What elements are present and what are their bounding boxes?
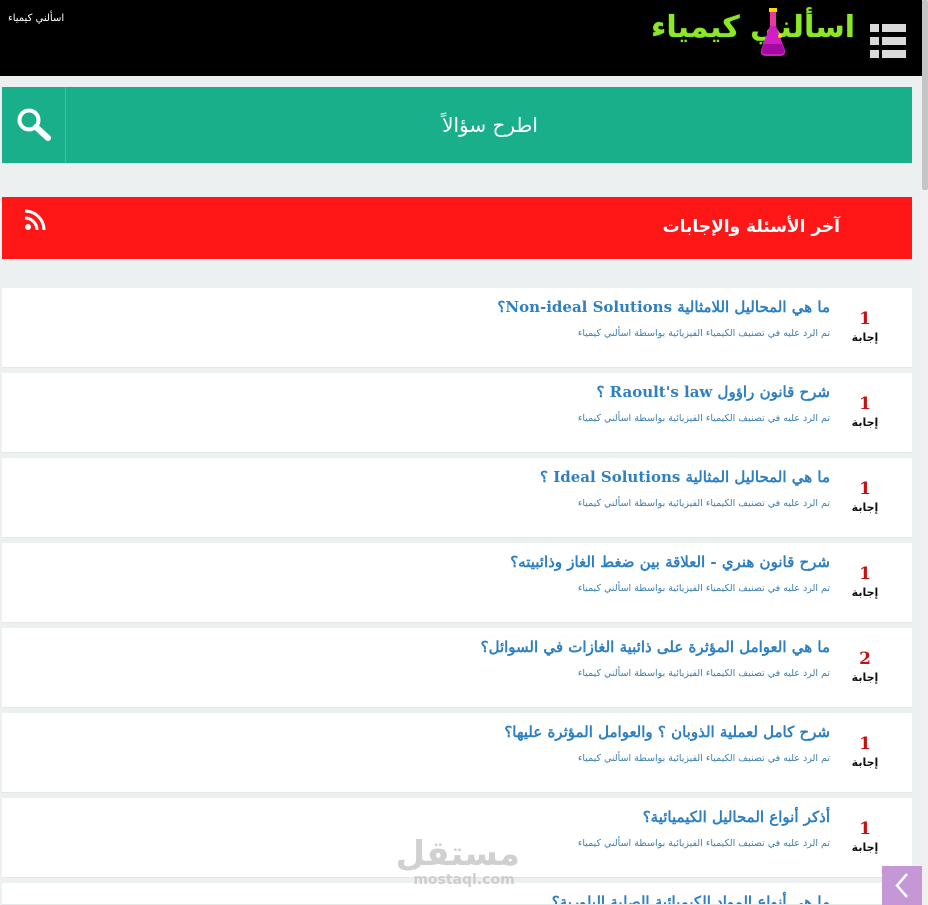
question-meta: تم الرد عليه في تصنيف الكيمياء الفيزيائي… — [577, 838, 830, 849]
answer-count: 1 إجابة — [840, 393, 890, 431]
question-meta: تم الرد عليه في تصنيف الكيمياء الفيزيائي… — [577, 583, 830, 594]
question-meta: تم الرد عليه في تصنيف الكيمياء الفيزيائي… — [577, 413, 830, 424]
question-title-link[interactable]: ما هي المحاليل اللامثالية Non-ideal Solu… — [497, 298, 830, 316]
question-item[interactable]: 1 إجابة ما هي المحاليل اللامثالية Non-id… — [2, 288, 912, 368]
question-title-link[interactable]: ما هي العوامل المؤثرة على ذائبية الغازات… — [481, 638, 830, 656]
hamburger-icon[interactable] — [870, 24, 906, 58]
answer-count: 1 إجابة — [840, 563, 890, 601]
question-item[interactable]: 1 إجابة شرح كامل لعملية الذوبان ؟ والعوا… — [2, 713, 912, 793]
answer-count-number: 1 — [859, 394, 871, 414]
answer-count: 1 إجابة — [840, 308, 890, 346]
search-button[interactable] — [2, 87, 66, 163]
answer-count: 1 إجابة — [840, 478, 890, 516]
answer-count-number: 2 — [859, 649, 871, 669]
answer-count-label: إجابة — [851, 331, 879, 344]
question-title-link[interactable]: ما هي المحاليل المثالية Ideal Solutions … — [540, 468, 830, 486]
ask-question-bar[interactable]: اطرح سؤالاً — [2, 87, 912, 163]
answer-count-label: إجابة — [851, 586, 879, 599]
mostaql-watermark: مستقل mostaql.com — [395, 834, 520, 888]
site-name-small: اسألني كيمياء — [8, 13, 65, 24]
search-icon — [17, 108, 51, 141]
question-item[interactable]: 1 إجابة شرح قانون هنري - العلاقة بين ضغط… — [2, 543, 912, 623]
latest-questions-header: آخر الأسئلة والإجابات — [2, 197, 912, 259]
answer-count-label: إجابة — [851, 501, 879, 514]
question-meta: تم الرد عليه في تصنيف الكيمياء الفيزيائي… — [577, 498, 830, 509]
question-item[interactable]: 2 إجابة ما هي العوامل المؤثرة على ذائبية… — [2, 628, 912, 708]
question-title-link[interactable]: شرح قانون هنري - العلاقة بين ضغط الغاز و… — [510, 553, 830, 571]
answer-count-number: 1 — [859, 479, 871, 499]
logo-text: اسألني كيمياء — [650, 10, 855, 45]
rss-icon[interactable] — [24, 209, 46, 231]
watermark-arabic: مستقل — [395, 834, 520, 874]
question-title-link[interactable]: شرح قانون راؤول Raoult's law ؟ — [596, 383, 830, 401]
answer-count-label: إجابة — [851, 841, 879, 854]
site-header: اسألني كيمياء اسألني كيمياء — [0, 0, 922, 76]
question-title-link[interactable]: شرح كامل لعملية الذوبان ؟ والعوامل المؤث… — [504, 723, 830, 741]
answer-count-label: إجابة — [851, 416, 879, 429]
scrollbar-thumb[interactable] — [922, 0, 928, 190]
answer-count-number: 1 — [859, 564, 871, 584]
answer-count-number: 1 — [859, 819, 871, 839]
question-meta: تم الرد عليه في تصنيف الكيمياء الفيزيائي… — [577, 328, 830, 339]
question-item[interactable]: 1 إجابة شرح قانون راؤول Raoult's law ؟ ت… — [2, 373, 912, 453]
answer-count-label: إجابة — [851, 756, 879, 769]
question-title-link[interactable]: ما هي أنواع المواد الكيميائية الصلبة الب… — [552, 893, 830, 904]
site-logo[interactable]: اسألني كيمياء — [651, 6, 855, 62]
section-title: آخر الأسئلة والإجابات — [662, 217, 840, 237]
answer-count: 2 إجابة — [840, 648, 890, 686]
question-meta: تم الرد عليه في تصنيف الكيمياء الفيزيائي… — [577, 668, 830, 679]
question-title-link[interactable]: أذكر أنواع المحاليل الكيميائية؟ — [643, 808, 830, 826]
answer-count-number: 1 — [859, 734, 871, 754]
watermark-english: mostaql.com — [413, 872, 515, 888]
question-item[interactable]: 1 إجابة ما هي المحاليل المثالية Ideal So… — [2, 458, 912, 538]
ask-question-label: اطرح سؤالاً — [442, 113, 538, 137]
answer-count-label: إجابة — [851, 671, 879, 684]
answer-count: 1 إجابة — [840, 733, 890, 771]
flask-icon — [760, 8, 786, 56]
back-button[interactable] — [882, 866, 922, 905]
answer-count: 1 إجابة — [840, 818, 890, 856]
answer-count-number: 1 — [859, 309, 871, 329]
chevron-left-icon — [895, 873, 908, 898]
question-meta: تم الرد عليه في تصنيف الكيمياء الفيزيائي… — [577, 753, 830, 764]
